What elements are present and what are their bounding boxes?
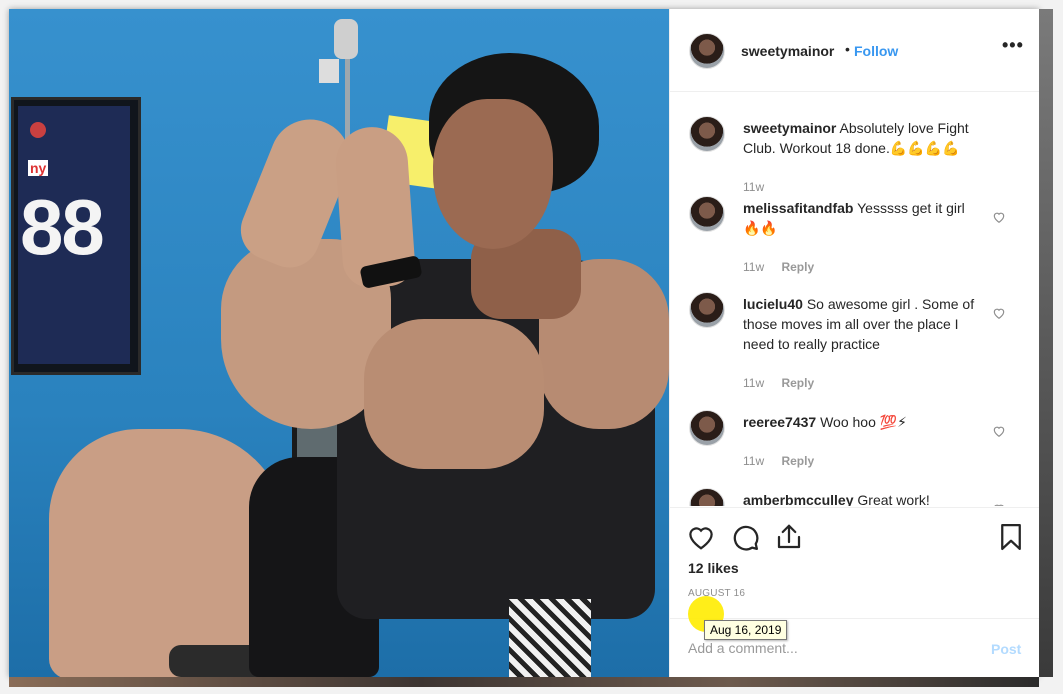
avatar[interactable] [689,33,725,69]
bookmark-icon[interactable] [996,522,1026,552]
heart-icon[interactable] [686,522,716,552]
like-comment-heart-icon[interactable] [992,306,1006,320]
comment-emoji: 💯⚡ [879,414,908,430]
post-comment-button[interactable]: Post [991,641,1021,657]
comment-text: Yesssss get it girl [857,200,965,216]
share-icon[interactable] [774,522,804,552]
post-sidebar: sweetymainor • Follow ••• sweetymainor A… [669,9,1039,677]
avatar[interactable] [689,196,725,232]
comment-emoji: 💪💪💪💪 [889,140,960,156]
comment-time[interactable]: 11w [743,260,764,274]
like-comment-heart-icon[interactable] [992,424,1006,438]
post-modal: ny 88 sweetymainor • Follow ••• sweetyma… [9,9,1039,677]
post-photo[interactable]: ny 88 [9,9,669,677]
comments-list[interactable]: sweetymainor Absolutely love Fight Club.… [670,92,1039,506]
post-header: sweetymainor • Follow ••• [670,9,1039,92]
comment-emoji: 🔥🔥 [743,220,778,236]
framed-jersey: ny 88 [11,97,141,375]
comment-time[interactable]: 11w [743,454,764,468]
comment-icon[interactable] [730,522,760,552]
comment-username[interactable]: amberbmcculley [743,492,854,506]
avatar[interactable] [689,116,725,152]
avatar[interactable] [689,292,725,328]
reply-button[interactable]: Reply [781,376,814,390]
follow-button[interactable]: Follow [854,43,898,59]
like-comment-heart-icon[interactable] [992,210,1006,224]
likes-count[interactable]: 12 likes [688,560,739,576]
date-tooltip: Aug 16, 2019 [704,620,788,640]
comment-time[interactable]: 11w [743,376,764,390]
comment-username[interactable]: lucielu40 [743,296,803,312]
like-comment-heart-icon[interactable] [992,502,1006,506]
author-username[interactable]: sweetymainor [741,43,834,59]
comment-text: Woo hoo [820,414,876,430]
more-options-icon[interactable]: ••• [1002,35,1024,56]
post-actions: 12 likes AUGUST 16 [670,507,1039,618]
reply-button[interactable]: Reply [781,454,814,468]
separator-dot: • [845,41,850,57]
comment-time[interactable]: 11w [743,180,764,194]
comment-text: Great work! [857,492,930,506]
avatar[interactable] [689,410,725,446]
comment-username[interactable]: sweetymainor [743,120,836,136]
avatar[interactable] [689,488,725,506]
reply-button[interactable]: Reply [781,260,814,274]
comment-username[interactable]: reeree7437 [743,414,816,430]
comment-username[interactable]: melissafitandfab [743,200,853,216]
